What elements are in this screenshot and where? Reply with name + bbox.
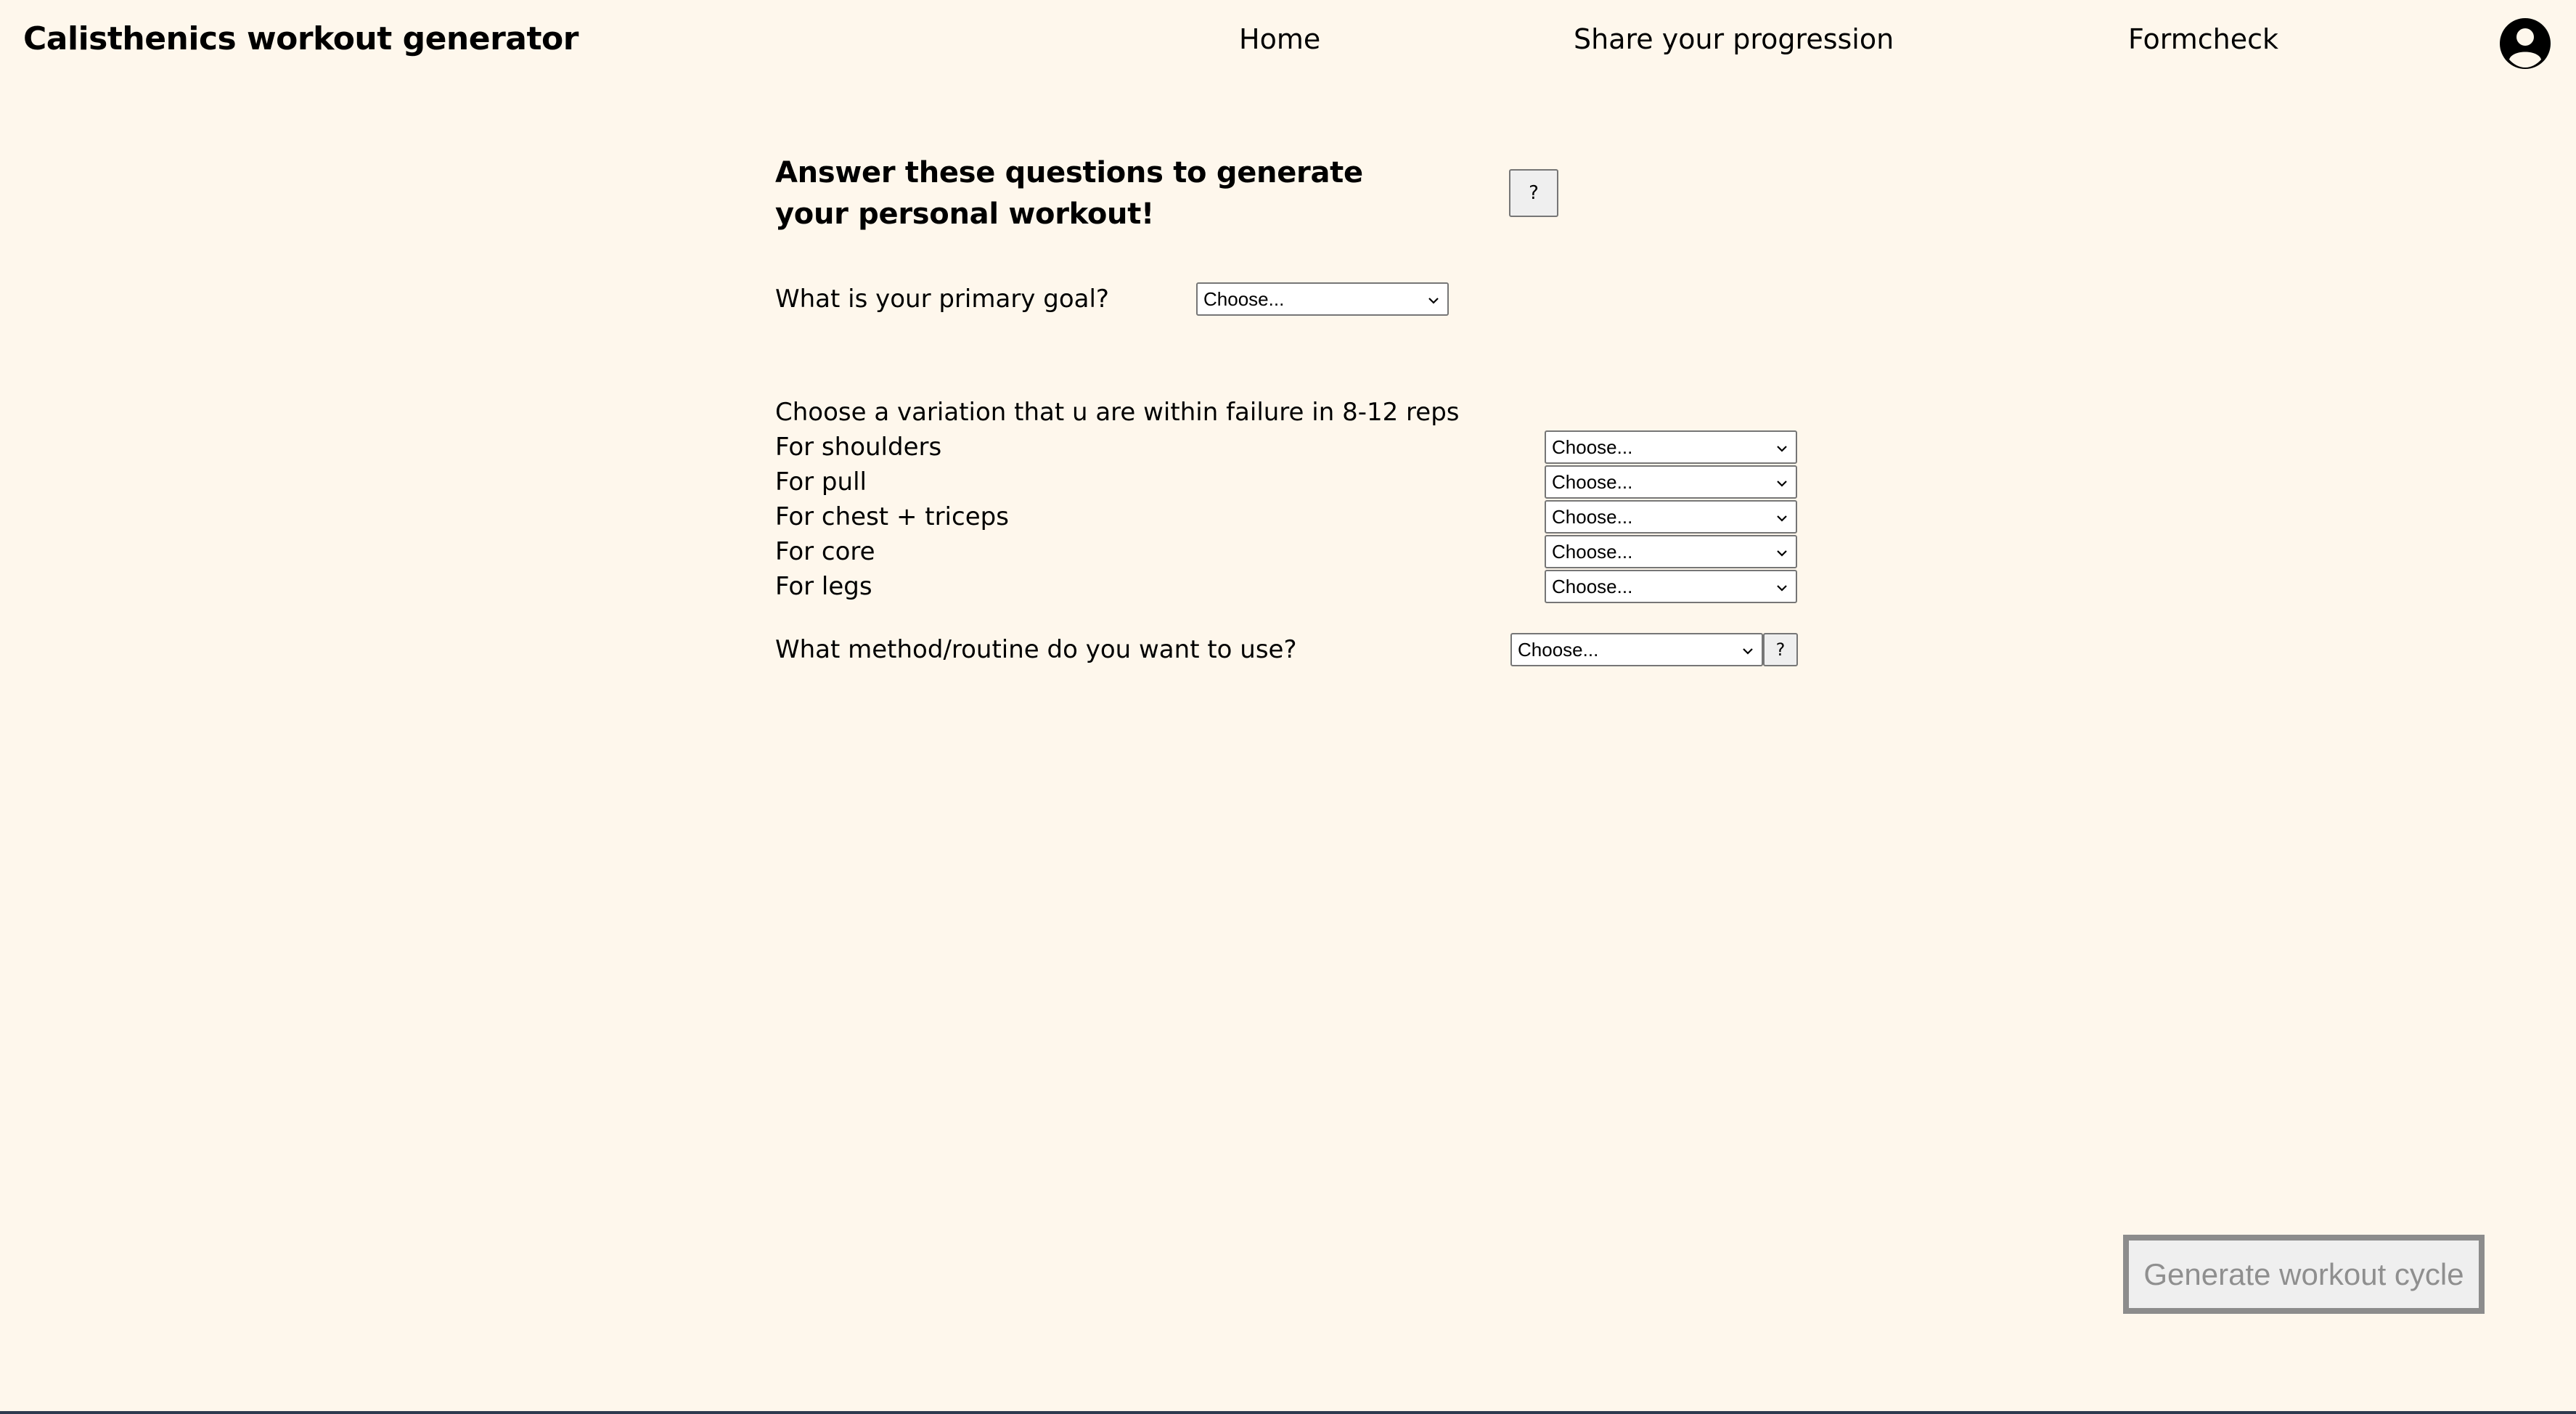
chevron-down-icon — [1775, 442, 1788, 455]
nav-share-progression[interactable]: Share your progression — [1574, 16, 1894, 62]
shoulders-label: For shoulders — [775, 433, 942, 462]
legs-select-value: Choose... — [1552, 576, 1633, 597]
nav-home[interactable]: Home — [1239, 16, 1320, 62]
method-help-button[interactable]: ? — [1763, 633, 1798, 666]
legs-label: For legs — [775, 572, 872, 601]
chevron-down-icon — [1775, 477, 1788, 490]
chevron-down-icon — [1775, 547, 1788, 560]
core-select-value: Choose... — [1552, 541, 1633, 563]
method-select[interactable]: Choose... — [1510, 633, 1763, 666]
core-label: For core — [775, 537, 875, 566]
method-label: What method/routine do you want to use? — [775, 635, 1297, 664]
app-title: Calisthenics workout generator — [23, 20, 578, 57]
user-circle-icon[interactable] — [2499, 17, 2551, 70]
chevron-down-icon — [1427, 294, 1440, 307]
pull-label: For pull — [775, 467, 867, 496]
chest-triceps-select[interactable]: Choose... — [1545, 500, 1797, 534]
variation-label: Choose a variation that u are within fai… — [775, 398, 1460, 427]
goal-label: What is your primary goal? — [775, 285, 1109, 314]
form-heading: Answer these questions to generate your … — [775, 156, 1363, 231]
chevron-down-icon — [1741, 645, 1754, 658]
nav-formcheck[interactable]: Formcheck — [2128, 16, 2278, 62]
generate-workout-button[interactable]: Generate workout cycle — [2123, 1235, 2485, 1314]
pull-select[interactable]: Choose... — [1545, 465, 1797, 499]
help-button[interactable]: ? — [1509, 169, 1558, 217]
goal-select-value: Choose... — [1203, 288, 1285, 310]
method-select-value: Choose... — [1518, 639, 1599, 661]
chevron-down-icon — [1775, 581, 1788, 594]
chest-triceps-select-value: Choose... — [1552, 506, 1633, 528]
shoulders-select-value: Choose... — [1552, 436, 1633, 458]
shoulders-select[interactable]: Choose... — [1545, 430, 1797, 464]
legs-select[interactable]: Choose... — [1545, 570, 1797, 603]
window-bottom-edge — [0, 1411, 2576, 1414]
core-select[interactable]: Choose... — [1545, 535, 1797, 568]
chest-triceps-label: For chest + triceps — [775, 502, 1009, 531]
goal-select[interactable]: Choose... — [1196, 282, 1449, 316]
pull-select-value: Choose... — [1552, 471, 1633, 493]
chevron-down-icon — [1775, 512, 1788, 525]
